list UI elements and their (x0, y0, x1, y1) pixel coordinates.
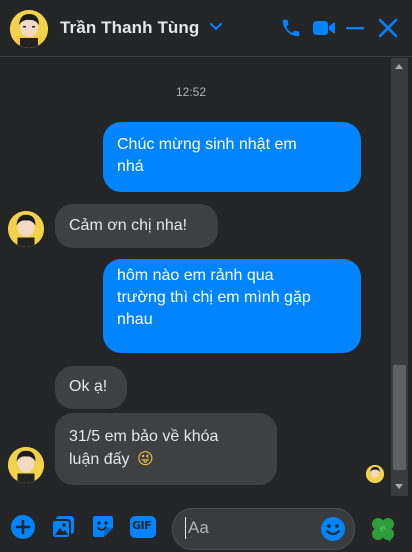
message-bubble-incoming[interactable]: 31/5 em bảo về khóa luận đấy 😜 (55, 413, 277, 485)
close-icon[interactable] (377, 17, 399, 39)
message-line: luận đấy (69, 451, 130, 468)
message-input-placeholder: Aa (188, 518, 209, 537)
contact-avatar[interactable] (10, 10, 48, 48)
message-line: Cảm ơn chị nha! (69, 217, 188, 234)
scroll-up-arrow[interactable] (395, 64, 403, 69)
message-line: hôm nào em rảnh qua (117, 267, 274, 284)
message-line: Ok ạ! (69, 378, 108, 395)
image-icon[interactable] (50, 514, 76, 540)
plus-icon[interactable] (10, 514, 36, 540)
message-line: 31/5 em bảo về khóa (69, 428, 219, 445)
message-bubble-incoming[interactable]: Ok ạ! (55, 366, 127, 409)
video-icon[interactable] (312, 17, 336, 39)
message-line: nhau (117, 311, 153, 328)
sticker-icon[interactable] (90, 514, 116, 540)
contact-avatar-small[interactable] (8, 211, 44, 247)
gif-label: GIF (132, 519, 152, 532)
chat-header: Trần Thanh Tùng (0, 0, 412, 57)
contact-name[interactable]: Trần Thanh Tùng (60, 18, 199, 38)
seen-indicator-avatar (366, 465, 384, 483)
phone-icon[interactable] (280, 17, 302, 39)
message-bubble-outgoing[interactable]: hôm nào em rảnh qua trường thì chị em mì… (103, 259, 361, 353)
message-bubble-outgoing[interactable]: Chúc mừng sinh nhật em nhá (103, 122, 361, 192)
text-caret (185, 517, 186, 539)
clover-icon[interactable] (369, 515, 397, 543)
message-timestamp: 12:52 (176, 85, 207, 99)
minimize-icon[interactable] (345, 17, 365, 39)
emoji-tongue-wink: 😜 (136, 449, 154, 468)
emoji-icon[interactable] (320, 516, 346, 542)
message-line: trường thì chị em mình gặp (117, 289, 311, 306)
contact-avatar-small[interactable] (8, 447, 44, 483)
scroll-down-arrow[interactable] (395, 484, 403, 489)
scrollbar-thumb[interactable] (393, 365, 406, 470)
message-line: nhá (117, 158, 144, 175)
message-line: Chúc mừng sinh nhật em (117, 136, 297, 153)
message-bubble-incoming[interactable]: Cảm ơn chị nha! (55, 204, 218, 248)
chevron-down-icon[interactable] (209, 22, 223, 32)
